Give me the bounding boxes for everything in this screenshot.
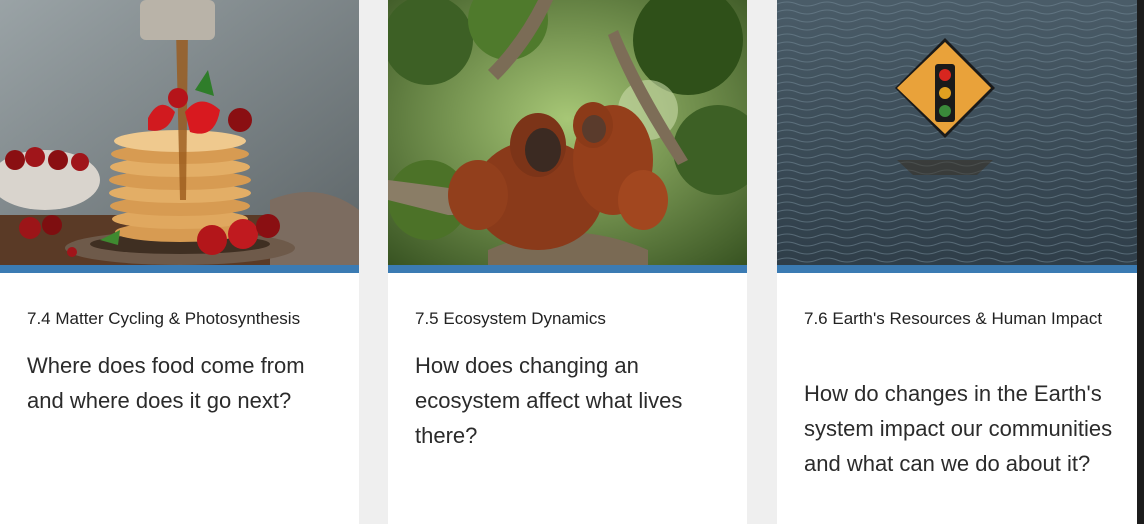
flooded-traffic-sign-image — [777, 0, 1137, 265]
window-edge — [1137, 0, 1144, 524]
card-accent-bar — [388, 265, 747, 273]
lesson-card-7-6[interactable]: 7.6 Earth's Resources & Human Impact How… — [777, 0, 1137, 524]
lesson-card-7-5[interactable]: 7.5 Ecosystem Dynamics How does changing… — [388, 0, 747, 524]
card-label[interactable]: 7.5 Ecosystem Dynamics — [415, 304, 723, 334]
card-label[interactable]: 7.6 Earth's Resources & Human Impact — [804, 304, 1113, 334]
card-question[interactable]: Where does food come from and where does… — [27, 348, 339, 418]
card-accent-bar — [777, 265, 1137, 273]
card-label[interactable]: 7.4 Matter Cycling & Photosynthesis — [27, 304, 335, 334]
lesson-card-7-4[interactable]: 7.4 Matter Cycling & Photosynthesis Wher… — [0, 0, 359, 524]
card-accent-bar — [0, 265, 359, 273]
orangutans-in-tree-image — [388, 0, 747, 265]
pancakes-with-cherries-image — [0, 0, 359, 265]
card-question[interactable]: How do changes in the Earth's system imp… — [804, 376, 1117, 481]
card-question[interactable]: How does changing an ecosystem affect wh… — [415, 348, 727, 453]
